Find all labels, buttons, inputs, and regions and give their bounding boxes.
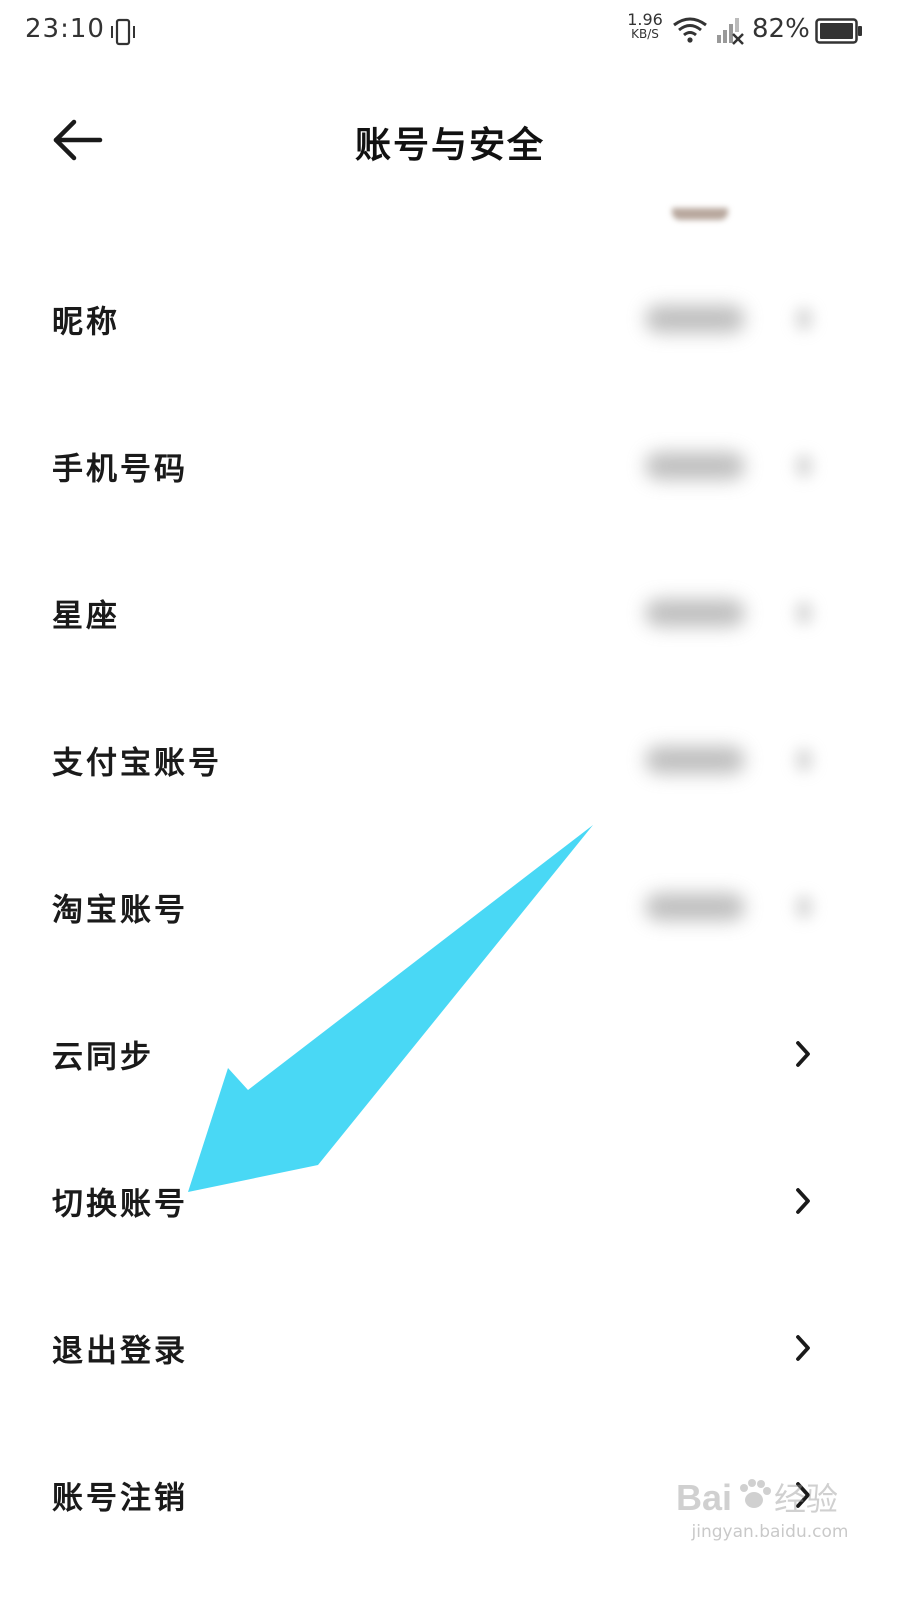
chevron-right-icon [796,1334,810,1361]
battery-percent: 82% [752,14,810,44]
blurred-value [645,451,745,480]
status-bar: 23:10 1.96 KB/S 82% [0,0,900,64]
row-label: 退出登录 [52,1333,188,1369]
header: 账号与安全 [0,90,900,190]
row-alipay-account[interactable]: 支付宝账号 [0,686,900,833]
status-time: 23:10 [25,14,105,44]
page-title: 账号与安全 [354,125,545,166]
signal-icon [717,18,744,45]
network-speed-unit: KB/S [631,27,659,41]
chevron-right-icon [795,306,813,331]
blurred-value [645,598,745,627]
avatar [672,208,728,220]
row-label: 淘宝账号 [52,892,188,928]
chevron-right-icon [795,747,813,772]
row-constellation[interactable]: 星座 [0,539,900,686]
watermark: Bai 经验 jingyan.baidu.com [670,1470,870,1560]
row-label: 手机号码 [52,451,188,487]
wifi-icon [673,17,707,43]
chevron-right-icon [795,894,813,919]
row-cloud-sync[interactable]: 云同步 [0,980,900,1127]
chevron-right-icon [795,600,813,625]
blurred-value [645,745,745,774]
chevron-right-icon [795,453,813,478]
row-label: 昵称 [52,304,120,340]
blurred-value [645,304,745,333]
row-label: 切换账号 [52,1186,188,1222]
chevron-right-icon [796,1040,810,1067]
row-taobao-account[interactable]: 淘宝账号 [0,833,900,980]
row-switch-account[interactable]: 切换账号 [0,1127,900,1274]
battery-icon [815,18,862,44]
chevron-right-icon [796,1187,810,1214]
blurred-value [645,892,745,921]
row-label: 云同步 [52,1039,154,1075]
paw-icon [740,1479,771,1508]
svg-text:Bai: Bai [676,1477,732,1518]
row-nickname[interactable]: 昵称 [0,245,900,392]
row-label: 账号注销 [52,1480,188,1516]
row-label: 星座 [52,598,120,634]
settings-list: 昵称 手机号码 星座 支付宝账号 淘宝账号 云同步 切换账号 退出登录 账号注销 [0,245,900,1568]
baidu-jingyan-logo: Bai 经验 [676,1477,838,1518]
svg-text:经验: 经验 [774,1481,838,1517]
row-logout[interactable]: 退出登录 [0,1274,900,1421]
vibrate-icon [111,18,135,46]
row-phone-number[interactable]: 手机号码 [0,392,900,539]
row-label: 支付宝账号 [52,745,222,781]
network-speed-value: 1.96 [627,10,663,29]
network-speed: 1.96 KB/S [624,12,666,42]
watermark-url: jingyan.baidu.com [691,1522,849,1542]
